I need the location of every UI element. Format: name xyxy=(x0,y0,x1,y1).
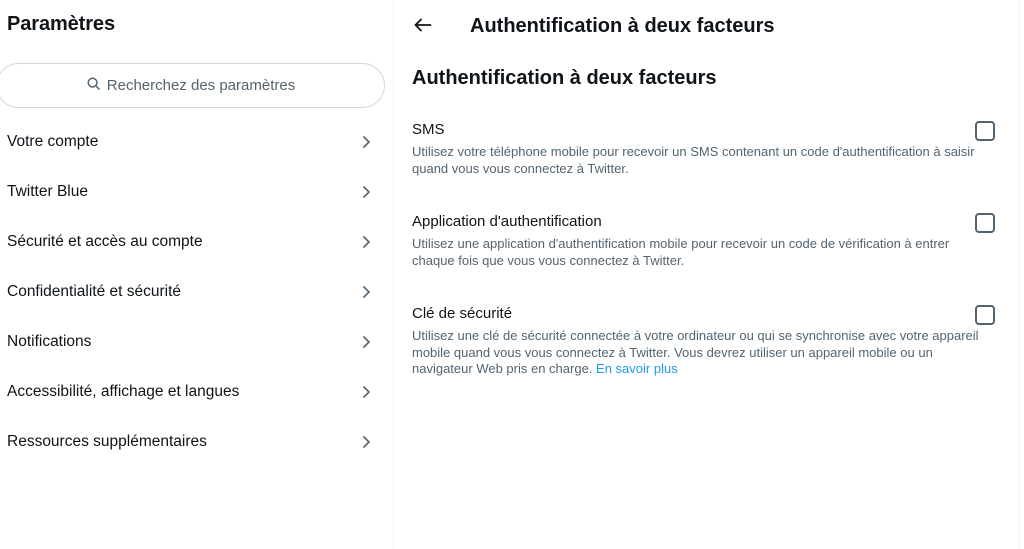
sms-checkbox[interactable] xyxy=(975,121,995,141)
option-label: Clé de sécurité xyxy=(412,305,513,322)
menu-item-confidentialite[interactable]: Confidentialité et sécurité xyxy=(0,267,394,317)
search-icon xyxy=(86,76,107,95)
search-placeholder: Recherchez des paramètres xyxy=(106,77,296,94)
two-factor-panel: Authentification à deux facteurs Authent… xyxy=(395,0,1020,549)
menu-item-label: Votre compte xyxy=(7,133,99,150)
chevron-right-icon xyxy=(359,235,373,249)
chevron-right-icon xyxy=(359,335,373,349)
settings-search-input[interactable]: Recherchez des paramètres xyxy=(0,63,385,108)
menu-item-label: Twitter Blue xyxy=(7,183,88,200)
menu-item-label: Sécurité et accès au compte xyxy=(7,233,203,250)
learn-more-link[interactable]: En savoir plus xyxy=(596,361,678,376)
option-label: SMS xyxy=(412,121,445,138)
app-window: Paramètres Recherchez des paramètres Vot… xyxy=(0,0,1024,549)
chevron-right-icon xyxy=(359,435,373,449)
option-description: Utilisez une clé de sécurité connectée à… xyxy=(412,328,990,378)
chevron-right-icon xyxy=(359,385,373,399)
option-description: Utilisez une application d'authentificat… xyxy=(412,236,950,268)
security-key-checkbox[interactable] xyxy=(975,305,995,325)
option-label: Application d'authentification xyxy=(412,213,602,230)
section-title: Authentification à deux facteurs xyxy=(412,67,717,89)
header-title: Authentification à deux facteurs xyxy=(470,15,775,37)
settings-menu: Votre compte Twitter Blue Sécurité et ac… xyxy=(0,117,394,467)
menu-item-twitter-blue[interactable]: Twitter Blue xyxy=(0,167,394,217)
menu-item-label: Ressources supplémentaires xyxy=(7,433,207,450)
menu-item-label: Notifications xyxy=(7,333,92,350)
menu-item-securite-acces[interactable]: Sécurité et accès au compte xyxy=(0,217,394,267)
option-security-key: Clé de sécurité Utilisez une clé de sécu… xyxy=(412,304,1012,378)
menu-item-ressources[interactable]: Ressources supplémentaires xyxy=(0,417,394,467)
settings-title: Paramètres xyxy=(7,13,115,35)
chevron-right-icon xyxy=(359,185,373,199)
back-button[interactable] xyxy=(412,16,434,38)
menu-item-notifications[interactable]: Notifications xyxy=(0,317,394,367)
option-sms: SMS Utilisez votre téléphone mobile pour… xyxy=(412,120,1012,177)
menu-item-accessibilite[interactable]: Accessibilité, affichage et langues xyxy=(0,367,394,417)
menu-item-label: Accessibilité, affichage et langues xyxy=(7,383,240,400)
chevron-right-icon xyxy=(359,135,373,149)
menu-item-votre-compte[interactable]: Votre compte xyxy=(0,117,394,167)
settings-panel: Paramètres Recherchez des paramètres Vot… xyxy=(0,0,394,549)
menu-item-label: Confidentialité et sécurité xyxy=(7,283,182,300)
option-description-text: Utilisez une clé de sécurité connectée à… xyxy=(412,328,979,376)
authenticator-app-checkbox[interactable] xyxy=(975,213,995,233)
arrow-left-icon xyxy=(414,18,432,37)
chevron-right-icon xyxy=(359,285,373,299)
option-description: Utilisez votre téléphone mobile pour rec… xyxy=(412,144,975,176)
option-authenticator-app: Application d'authentification Utilisez … xyxy=(412,212,1012,269)
